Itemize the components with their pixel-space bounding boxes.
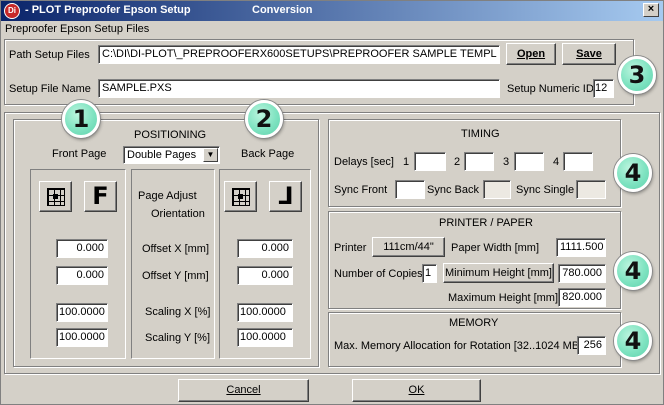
path-setup-files-field[interactable]: C:\DI\DI-PLOT\_PREPROOFERX600SETUPS\PREP… xyxy=(98,45,500,64)
back-offset-x-field[interactable]: 0.000 xyxy=(237,239,293,258)
maximum-height-label: Maximum Height [mm] xyxy=(448,292,559,304)
maximum-height-field[interactable]: 820.000 xyxy=(558,288,606,307)
delay-4-label: 4 xyxy=(553,156,560,168)
sync-back-label: Sync Back xyxy=(427,184,479,196)
setup-window: Di - PLOT Preproofer Epson Setup Convers… xyxy=(0,0,664,405)
positioning-heading: POSITIONING xyxy=(134,129,207,141)
offset-x-label: Offset X [mm] xyxy=(142,243,210,255)
cancel-button-label: Cancel xyxy=(226,384,261,396)
printer-label: Printer xyxy=(334,242,367,254)
setup-file-name-label: Setup File Name xyxy=(9,83,91,95)
front-offset-x-field[interactable]: 0.000 xyxy=(56,239,108,258)
printer-paper-heading: PRINTER / PAPER xyxy=(439,217,533,229)
delay-1-field[interactable] xyxy=(414,152,446,171)
minimum-height-field[interactable]: 780.000 xyxy=(558,264,606,283)
front-page-orientation-button[interactable]: F xyxy=(84,181,117,212)
delay-2-label: 2 xyxy=(454,156,461,168)
setup-numeric-id-field[interactable]: 12 xyxy=(593,79,614,98)
printer-select-button[interactable]: 111cm/44" xyxy=(372,237,445,257)
number-of-copies-label: Number of Copies xyxy=(334,268,423,280)
offset-y-label: Offset Y [mm] xyxy=(142,270,209,282)
sync-front-field[interactable] xyxy=(395,180,425,199)
window-subtitle: Preproofer Epson Setup Files xyxy=(5,23,150,35)
delay-2-field[interactable] xyxy=(464,152,494,171)
grid-icon xyxy=(47,188,65,206)
back-scaling-y-field[interactable]: 100.0000 xyxy=(237,328,293,347)
open-button[interactable]: Open xyxy=(506,43,556,65)
back-page-orientation-button[interactable]: ⅃ xyxy=(269,181,302,212)
scaling-x-label: Scaling X [%] xyxy=(145,306,211,318)
page-mode-value: Double Pages xyxy=(127,149,197,161)
chevron-down-icon[interactable]: ▼ xyxy=(203,148,218,162)
grid-icon xyxy=(232,188,250,206)
ok-button-label: OK xyxy=(408,384,425,396)
callout-badge-4-timing: 4 xyxy=(614,154,652,192)
callout-badge-2: 2 xyxy=(245,100,283,138)
front-page-label: Front Page xyxy=(52,148,107,160)
back-scaling-x-field[interactable]: 100.0000 xyxy=(237,303,293,322)
delays-label: Delays [sec] xyxy=(334,156,394,168)
delay-3-label: 3 xyxy=(503,156,510,168)
back-page-layout-button[interactable] xyxy=(224,181,257,212)
front-page-layout-button[interactable] xyxy=(39,181,72,212)
save-button-label: Save xyxy=(576,48,602,60)
memory-allocation-label: Max. Memory Allocation for Rotation [32.… xyxy=(334,340,583,352)
back-offset-y-field[interactable]: 0.000 xyxy=(237,266,293,285)
sync-back-field xyxy=(483,180,511,199)
scaling-y-label: Scaling Y [%] xyxy=(145,332,211,344)
setup-numeric-id-label: Setup Numeric ID xyxy=(507,83,594,95)
letter-f-icon: F xyxy=(92,182,109,210)
window-mode: Conversion xyxy=(252,4,313,16)
sync-single-field xyxy=(576,180,606,199)
back-page-label: Back Page xyxy=(241,148,295,160)
title-bar: Di - PLOT Preproofer Epson Setup Convers… xyxy=(1,1,663,21)
delay-1-label: 1 xyxy=(403,156,410,168)
open-button-label: Open xyxy=(516,48,546,60)
sync-single-label: Sync Single xyxy=(516,184,575,196)
memory-allocation-field[interactable]: 256 xyxy=(577,336,606,355)
orientation-label: Orientation xyxy=(151,208,205,220)
callout-badge-1: 1 xyxy=(62,100,100,138)
callout-badge-3: 3 xyxy=(618,56,656,94)
paper-width-label: Paper Width [mm] xyxy=(451,242,540,254)
page-adjust-label: Page Adjust xyxy=(138,190,197,202)
delay-4-field[interactable] xyxy=(563,152,593,171)
cancel-button[interactable]: Cancel xyxy=(178,379,309,402)
minimum-height-button[interactable]: Minimum Height [mm] xyxy=(443,263,554,283)
front-scaling-x-field[interactable]: 100.0000 xyxy=(56,303,108,322)
front-offset-y-field[interactable]: 0.000 xyxy=(56,266,108,285)
mirrored-f-icon: ⅃ xyxy=(277,182,294,210)
number-of-copies-field[interactable]: 1 xyxy=(422,264,437,283)
timing-heading: TIMING xyxy=(461,128,500,140)
paper-width-field[interactable]: 1111.500 xyxy=(556,238,606,257)
memory-heading: MEMORY xyxy=(449,317,499,329)
path-setup-files-label: Path Setup Files xyxy=(9,49,90,61)
window-title: - PLOT Preproofer Epson Setup xyxy=(25,4,191,16)
callout-badge-4-printer: 4 xyxy=(614,252,652,290)
save-button[interactable]: Save xyxy=(562,43,616,65)
setup-file-name-field[interactable]: SAMPLE.PXS xyxy=(98,79,500,98)
ok-button[interactable]: OK xyxy=(352,379,481,402)
front-scaling-y-field[interactable]: 100.0000 xyxy=(56,328,108,347)
app-logo-icon: Di xyxy=(4,3,20,19)
close-icon[interactable]: × xyxy=(643,3,659,17)
callout-badge-4-memory: 4 xyxy=(614,322,652,360)
sync-front-label: Sync Front xyxy=(334,184,388,196)
delay-3-field[interactable] xyxy=(514,152,544,171)
page-mode-select[interactable]: Double Pages ▼ xyxy=(123,146,220,164)
